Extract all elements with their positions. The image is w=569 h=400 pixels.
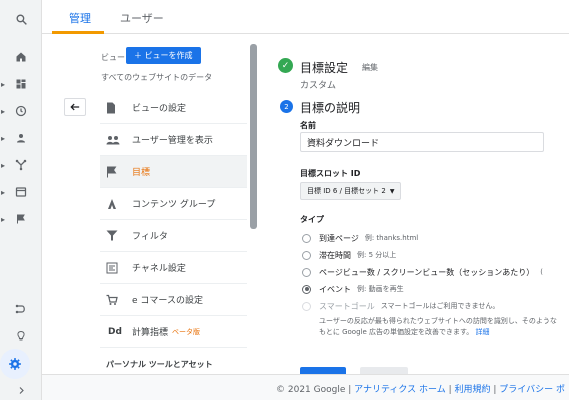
behavior-icon[interactable]: ▸ [1, 181, 35, 203]
checkmark-icon: ✓ [278, 58, 293, 73]
smart-goal-help-text: もとに Google 広告の単価設定を改善できます。 [319, 328, 474, 336]
goal-slot-label: 目標スロット ID [300, 169, 361, 178]
step-goal-description-title: 目標の説明 [300, 101, 361, 115]
option-example: 例: 動画を再生 [357, 285, 404, 293]
expand-caret-icon: ▸ [1, 187, 6, 197]
document-icon [106, 102, 124, 114]
step-goal-setup-title: 目標設定 [300, 61, 349, 75]
attribution-icon[interactable] [7, 298, 35, 320]
expand-caret-icon: ▸ [1, 133, 6, 143]
filter-icon [106, 230, 124, 241]
channel-icon [106, 262, 124, 274]
type-option-duration[interactable]: 滞在時間 例: 5 分以上 [302, 248, 396, 262]
type-option-event[interactable]: イベント 例: 動画を再生 [302, 282, 404, 296]
acquisition-icon[interactable]: ▸ [1, 154, 35, 176]
menu-item-goals[interactable]: 目標 [100, 156, 247, 188]
goal-setup-value: カスタム [300, 81, 337, 91]
option-example: スマートゴールはご利用できません。 [380, 302, 500, 310]
create-view-button[interactable]: ＋ ビューを作成 [126, 47, 201, 64]
option-label: ページビュー数 / スクリーンビュー数（セッションあたり） [319, 267, 535, 277]
menu-item-user-management[interactable]: ユーザー管理を表示 [100, 124, 247, 156]
footer-link-analytics-home[interactable]: アナリティクス ホーム [354, 385, 446, 395]
menu-item-label: 目標 [132, 168, 151, 178]
dashboard-icon[interactable]: ▸ [1, 73, 35, 95]
copyright: © 2021 Google [276, 385, 346, 395]
type-option-smart-goal: スマートゴール スマートゴールはご利用できません。 [302, 299, 499, 313]
view-menu-scrollbar[interactable] [250, 44, 257, 229]
expand-caret-icon: ▸ [1, 79, 6, 89]
expand-caret-icon: ▸ [1, 160, 6, 170]
menu-item-calculated-metrics[interactable]: Dd 計算指標 ベータ版 [100, 316, 247, 348]
flag-icon [106, 166, 124, 178]
menu-item-channel-settings[interactable]: チャネル設定 [100, 252, 247, 284]
option-label: スマートゴール [319, 301, 375, 311]
menu-item-content-groups[interactable]: コンテンツ グループ [100, 188, 247, 220]
people-icon [106, 135, 124, 145]
clock-icon[interactable]: ▸ [1, 100, 35, 122]
name-label: 名前 [300, 121, 316, 130]
menu-item-label: 計算指標 [132, 328, 169, 338]
type-option-pages-per-session[interactable]: ページビュー数 / スクリーンビュー数（セッションあたり） ( [302, 265, 543, 279]
gear-icon[interactable] [0, 349, 30, 379]
tab-user[interactable]: ユーザー [120, 10, 164, 26]
lightbulb-icon[interactable] [7, 325, 35, 347]
smart-goal-help-line1: ユーザーの反応が最も得られたウェブサイトへの訪問を識別し、そのような [319, 317, 557, 325]
type-label: タイプ [300, 215, 324, 224]
search-icon[interactable] [7, 8, 35, 30]
expand-caret-icon: ▸ [1, 106, 6, 116]
radio-button-selected[interactable] [302, 284, 311, 294]
goal-setup-panel: ✓ 目標設定 編集 カスタム 2 目標の説明 名前 資料ダウンロード 目標スロッ… [265, 34, 569, 381]
chevron-right-icon[interactable] [7, 383, 35, 397]
back-arrow-button[interactable] [64, 98, 86, 116]
option-example: ( [540, 268, 543, 276]
footer-text: © 2021 Google | アナリティクス ホーム | 利用規約 | プライ… [276, 385, 565, 395]
option-label: 到達ページ [319, 233, 359, 243]
person-icon[interactable]: ▸ [1, 127, 35, 149]
beta-tag: ベータ版 [172, 327, 201, 336]
edit-link[interactable]: 編集 [362, 62, 378, 73]
option-example: 例: 5 分以上 [357, 251, 397, 259]
section-heading-personal-tools: パーソナル ツールとアセット [106, 360, 213, 369]
radio-button[interactable] [302, 250, 311, 260]
menu-item-label: ユーザー管理を表示 [132, 136, 213, 146]
goal-slot-value: 目標 ID 6 / 目標セット 2 [307, 187, 386, 195]
home-icon[interactable] [7, 46, 35, 68]
option-example: 例: thanks.html [364, 234, 419, 242]
menu-item-label: フィルタ [132, 232, 168, 242]
menu-item-label: コンテンツ グループ [132, 200, 216, 210]
dd-icon: Dd [108, 326, 122, 337]
option-label: 滞在時間 [319, 250, 351, 260]
footer-link-terms[interactable]: 利用規約 [455, 385, 491, 395]
footer: © 2021 Google | アナリティクス ホーム | 利用規約 | プライ… [42, 374, 569, 400]
menu-item-ecommerce-settings[interactable]: e コマースの設定 [100, 284, 247, 316]
menu-item-filters[interactable]: フィルタ [100, 220, 247, 252]
menu-item-label: e コマースの設定 [132, 296, 203, 306]
step-number-badge: 2 [280, 100, 293, 113]
dropdown-arrow-icon: ▼ [389, 187, 395, 195]
cart-icon [106, 294, 124, 306]
left-navigation-rail: ▸ ▸ ▸ ▸ ▸ ▸ [0, 0, 42, 400]
top-tab-bar: 管理 ユーザー [42, 0, 569, 34]
menu-item-view-settings[interactable]: ビューの設定 [100, 92, 247, 124]
radio-button[interactable] [302, 233, 311, 243]
smart-goal-help-line2: もとに Google 広告の単価設定を改善できます。 詳細 [319, 327, 490, 337]
goal-slot-dropdown[interactable]: 目標 ID 6 / 目標セット 2 ▼ [300, 182, 402, 200]
goal-name-input[interactable]: 資料ダウンロード [300, 132, 544, 152]
type-option-destination[interactable]: 到達ページ 例: thanks.html [302, 231, 418, 245]
radio-button[interactable] [302, 267, 311, 277]
flag-icon[interactable]: ▸ [1, 208, 35, 230]
view-label: ビュー [101, 53, 125, 62]
footer-link-privacy[interactable]: プライバシー ポ [499, 385, 565, 395]
option-label: イベント [319, 284, 351, 294]
content-group-icon [106, 198, 124, 210]
radio-button-disabled [302, 301, 311, 311]
tab-admin[interactable]: 管理 [69, 10, 91, 26]
expand-caret-icon: ▸ [1, 214, 6, 224]
menu-item-label: ビューの設定 [132, 104, 187, 114]
view-selector[interactable]: すべてのウェブサイトのデータ [101, 72, 212, 83]
learn-more-link[interactable]: 詳細 [476, 328, 490, 336]
menu-item-label: チャネル設定 [132, 264, 186, 274]
